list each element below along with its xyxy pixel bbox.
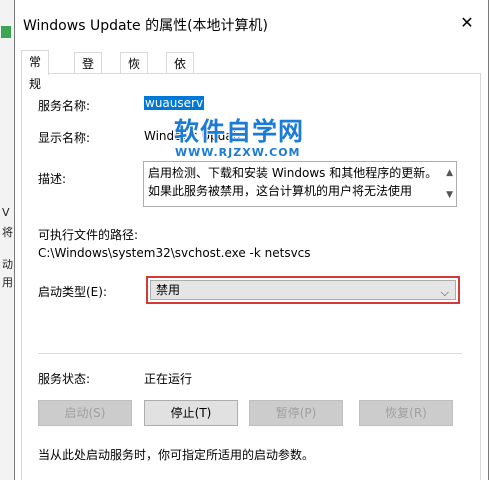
startup-type-highlight: 禁用 ⌵ <box>146 276 460 304</box>
startup-type-select[interactable]: 禁用 ⌵ <box>150 280 456 300</box>
properties-dialog: Windows Update 的属性(本地计算机) ✕ 常规 登录 恢复 依存关… <box>14 0 489 480</box>
background-text: 动 <box>2 258 13 271</box>
service-name-label: 服务名称: <box>38 99 91 113</box>
footer-text: 当从此处启动服务时，你可指定所适用的启动参数。 <box>38 448 315 462</box>
window-title: Windows Update 的属性(本地计算机) <box>23 18 269 34</box>
startup-type-label: 启动类型(E): <box>38 285 107 299</box>
exe-path-value: C:\Windows\system32\svchost.exe -k netsv… <box>38 246 311 260</box>
chevron-down-icon: ⌵ <box>440 286 449 299</box>
tab-logon[interactable]: 登录 <box>74 52 103 93</box>
watermark-logo: 软件自学网 WWW.RJZXW.COM <box>174 112 304 159</box>
service-name-value[interactable]: wuauserv <box>144 96 205 110</box>
divider <box>38 353 462 354</box>
description-text: 启用检测、下载和安装 Windows 和其他程序的更新。如果此服务被禁用，这台计… <box>148 166 438 198</box>
tab-dependencies[interactable]: 依存关系 <box>166 52 195 137</box>
display-name-label: 显示名称: <box>38 131 91 145</box>
title-bar[interactable]: Windows Update 的属性(本地计算机) ✕ <box>15 0 488 46</box>
description-box[interactable]: 启用检测、下载和安装 Windows 和其他程序的更新。如果此服务被禁用，这台计… <box>143 161 457 207</box>
scroll-down-icon[interactable]: ▼ <box>446 186 453 204</box>
tab-general[interactable]: 常规 <box>21 50 50 91</box>
exe-path-label: 可执行文件的路径: <box>38 228 139 242</box>
resume-button[interactable]: 恢复(R) <box>359 400 453 426</box>
stop-button[interactable]: 停止(T) <box>144 400 238 426</box>
background-text: 将 <box>2 226 13 239</box>
start-button[interactable]: 启动(S) <box>38 400 132 426</box>
watermark-main: 软件自学网 <box>174 117 305 146</box>
close-icon: ✕ <box>460 13 474 32</box>
pause-button[interactable]: 暂停(P) <box>249 400 343 426</box>
green-play-icon <box>1 26 11 38</box>
startup-type-value: 禁用 <box>156 283 181 297</box>
close-button[interactable]: ✕ <box>452 8 482 38</box>
service-status-value: 正在运行 <box>144 372 193 386</box>
service-status-label: 服务状态: <box>38 372 91 386</box>
background-text: V <box>2 206 10 219</box>
watermark-sub: WWW.RJZXW.COM <box>175 146 301 159</box>
background-text: 用 <box>2 276 13 289</box>
scroll-up-icon[interactable]: ▲ <box>446 164 453 182</box>
description-label: 描述: <box>38 172 67 186</box>
tab-recovery[interactable]: 恢复 <box>120 52 149 93</box>
